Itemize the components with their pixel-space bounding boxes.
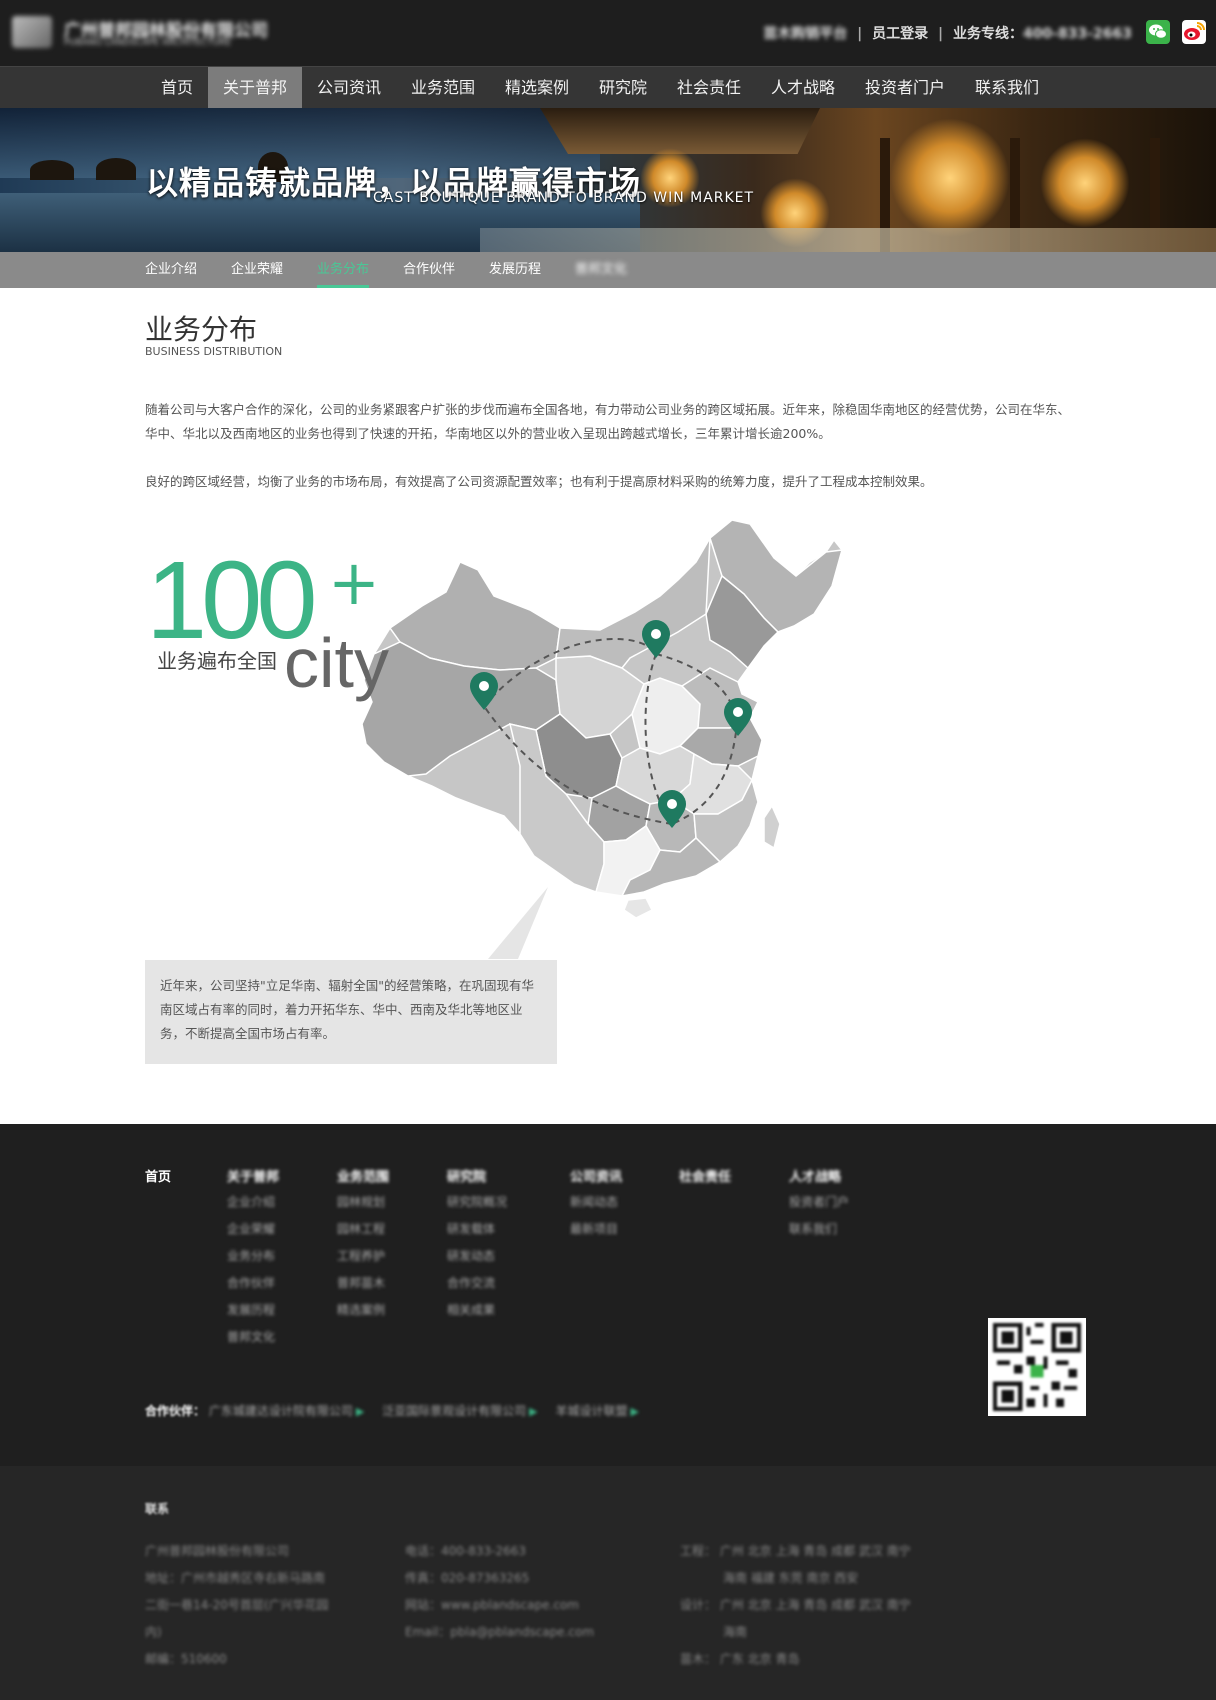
footer-link[interactable]: 园林工程 xyxy=(337,1220,389,1247)
sub-nav: 企业介绍 企业荣耀 业务分布 合作伙伴 发展历程 普邦文化 xyxy=(0,252,1216,288)
nav-item-business[interactable]: 业务范围 xyxy=(404,67,482,109)
staff-login-link[interactable]: 员工登录 xyxy=(872,26,928,42)
nav-item-investors[interactable]: 投资者门户 xyxy=(858,67,952,109)
footer-link[interactable]: 工程养护 xyxy=(337,1247,389,1274)
nav-item-news[interactable]: 公司资讯 xyxy=(310,67,388,109)
footer-link[interactable]: 合作伙伴 xyxy=(227,1274,279,1301)
nav-item-home[interactable]: 首页 xyxy=(148,67,206,109)
footer-link[interactable]: 发展历程 xyxy=(227,1301,279,1328)
partner-link[interactable]: 羊城设计联盟 ▶ xyxy=(555,1404,638,1418)
footer-link[interactable]: 联系我们 xyxy=(789,1220,849,1247)
strategy-callout: 近年来，公司坚持"立足华南、辐射全国"的经营策略，在巩固现有华南区域占有率的同时… xyxy=(145,960,557,1064)
nav-item-talent[interactable]: 人才战略 xyxy=(764,67,842,109)
contact-branches: 工程： 广州 北京 上海 青岛 成都 武汉 南宁 海南 福建 东莞 南京 西安 … xyxy=(680,1544,911,1666)
contact-company-info: 广州普邦园林股份有限公司 地址：广州市越秀区寺右新马路南 二街一巷14-20号首… xyxy=(145,1544,329,1666)
footer-link[interactable]: 新闻动态 xyxy=(570,1193,622,1220)
china-map xyxy=(360,518,900,966)
footer-link[interactable]: 合作交流 xyxy=(447,1274,507,1301)
subnav-item-distribution[interactable]: 业务分布 xyxy=(317,252,370,288)
footer-link[interactable]: 投资者门户 xyxy=(789,1193,849,1220)
top-links: 苗木购销平台 | 员工登录 | 业务专线：400-833-2663 xyxy=(763,23,1132,43)
intro-paragraph-2: 良好的跨区域经营，均衡了业务的市场布局，有效提高了公司资源配置效率；也有利于提高… xyxy=(145,474,933,489)
footer-link[interactable]: 普邦苗木 xyxy=(337,1274,389,1301)
footer-col-about: 关于普邦 企业介绍 企业荣耀 业务分布 合作伙伴 发展历程 普邦文化 xyxy=(227,1166,279,1355)
intro-paragraph-1: 随着公司与大客户合作的深化，公司的业务紧跟客户扩张的步伐而遍布全国各地，有力带动… xyxy=(145,402,1071,441)
nav-item-contact[interactable]: 联系我们 xyxy=(968,67,1046,109)
company-logo[interactable]: 广州普邦园林股份有限公司 PUBANG LANDSCAPE ARCHITECTU… xyxy=(12,14,268,50)
footer-link[interactable]: 精选案例 xyxy=(337,1301,389,1328)
footer-col-title[interactable]: 首页 xyxy=(145,1166,171,1193)
page-subtitle: BUSINESS DISTRIBUTION xyxy=(145,345,283,358)
hotline-number: 400-833-2663 xyxy=(1022,26,1132,42)
footer-col-title[interactable]: 关于普邦 xyxy=(227,1166,279,1193)
separator: | xyxy=(857,26,863,42)
page-title: 业务分布 xyxy=(145,313,258,346)
footer-link[interactable]: 最新项目 xyxy=(570,1220,622,1247)
partner-link[interactable]: 泛亚国际景观设计有限公司 ▶ xyxy=(382,1404,537,1418)
footer-col-title[interactable]: 业务范围 xyxy=(337,1166,389,1193)
subnav-item-honors[interactable]: 企业荣耀 xyxy=(231,252,283,288)
footer-link[interactable]: 相关成果 xyxy=(447,1301,507,1328)
footer-col-title[interactable]: 人才战略 xyxy=(789,1166,849,1193)
footer-col-home: 首页 xyxy=(145,1166,171,1193)
stat-caption: 业务遍布全国 xyxy=(157,649,277,673)
footer-sitemap: 首页 关于普邦 企业介绍 企业荣耀 业务分布 合作伙伴 发展历程 普邦文化 业务… xyxy=(0,1124,1216,1466)
nursery-platform-link[interactable]: 苗木购销平台 xyxy=(763,26,847,42)
nav-item-about-label: 关于普邦 xyxy=(222,78,287,97)
weibo-icon[interactable] xyxy=(1182,20,1206,44)
footer-col-business: 业务范围 园林规划 园林工程 工程养护 普邦苗木 精选案例 xyxy=(337,1166,389,1328)
nav-item-research[interactable]: 研究院 xyxy=(592,67,654,109)
nav-item-about[interactable]: 关于普邦 xyxy=(208,67,302,109)
footer-link[interactable]: 研发动态 xyxy=(447,1247,507,1274)
logo-mark-icon xyxy=(12,16,52,48)
nav-item-cases[interactable]: 精选案例 xyxy=(498,67,576,109)
main-nav: 首页 关于普邦 公司资讯 业务范围 精选案例 研究院 社会责任 人才战略 投资者… xyxy=(0,66,1216,109)
footer-link[interactable]: 企业介绍 xyxy=(227,1193,279,1220)
top-bar: 广州普邦园林股份有限公司 PUBANG LANDSCAPE ARCHITECTU… xyxy=(0,0,1216,66)
footer-link[interactable]: 园林规划 xyxy=(337,1193,389,1220)
arrow-right-icon: ▶ xyxy=(630,1405,639,1418)
footer-col-title[interactable]: 社会责任 xyxy=(679,1166,731,1193)
arrow-right-icon: ▶ xyxy=(355,1405,365,1418)
footer-col-title[interactable]: 研究院 xyxy=(447,1166,507,1193)
partners-row: 合作伙伴： 广东城建达设计院有限公司 ▶ 泛亚国际景观设计有限公司 ▶ 羊城设计联盟… xyxy=(145,1402,653,1419)
footer-contact: 联系 广州普邦园林股份有限公司 地址：广州市越秀区寺右新马路南 二街一巷14-2… xyxy=(0,1466,1216,1700)
arrow-right-icon: ▶ xyxy=(529,1405,538,1418)
hero-banner: 以精品铸就品牌，以品牌赢得市场 CAST BOUTIQUE BRAND TO B… xyxy=(0,108,1216,252)
qr-code-icon xyxy=(988,1318,1086,1416)
partners-label: 合作伙伴： xyxy=(145,1404,206,1418)
footer-link[interactable]: 业务分布 xyxy=(227,1247,279,1274)
footer-col-news: 公司资讯 新闻动态 最新项目 xyxy=(570,1166,622,1247)
callout-pointer xyxy=(488,887,548,959)
hotline-label: 业务专线： xyxy=(952,26,1023,42)
website-link[interactable]: 网站：www.pblandscape.com xyxy=(405,1592,594,1619)
footer-link[interactable]: 研究院概况 xyxy=(447,1193,507,1220)
stat-plus: + xyxy=(328,546,380,619)
subnav-item-intro[interactable]: 企业介绍 xyxy=(145,252,197,288)
email-link[interactable]: Email：pbla@pblandscape.com xyxy=(405,1619,594,1646)
subnav-item-history[interactable]: 发展历程 xyxy=(489,252,541,288)
partner-link[interactable]: 广东城建达设计院有限公司 ▶ xyxy=(209,1404,364,1418)
nav-item-social[interactable]: 社会责任 xyxy=(670,67,748,109)
footer-link[interactable]: 研发载体 xyxy=(447,1220,507,1247)
subnav-item-culture[interactable]: 普邦文化 xyxy=(575,252,627,288)
contact-title: 联系 xyxy=(145,1502,170,1516)
subnav-item-partners[interactable]: 合作伙伴 xyxy=(403,252,455,288)
wechat-icon[interactable] xyxy=(1146,20,1170,44)
stat-unit: city xyxy=(284,624,389,702)
banner-slogan-en: CAST BOUTIQUE BRAND TO BRAND WIN MARKET xyxy=(373,190,755,206)
contact-channels: 电话：400-833-2663 传真：020-87363265 网站：www.p… xyxy=(405,1538,594,1646)
footer-link[interactable]: 普邦文化 xyxy=(227,1328,279,1355)
footer-col-talent: 人才战略 投资者门户 联系我们 xyxy=(789,1166,849,1247)
footer-col-social: 社会责任 xyxy=(679,1166,731,1193)
footer-col-research: 研究院 研究院概况 研发载体 研发动态 合作交流 相关成果 xyxy=(447,1166,507,1328)
footer-link[interactable]: 企业荣耀 xyxy=(227,1220,279,1247)
footer-col-title[interactable]: 公司资讯 xyxy=(570,1166,622,1193)
separator: | xyxy=(937,26,944,42)
logo-name-en: PUBANG LANDSCAPE ARCHITECTURE xyxy=(64,38,232,48)
